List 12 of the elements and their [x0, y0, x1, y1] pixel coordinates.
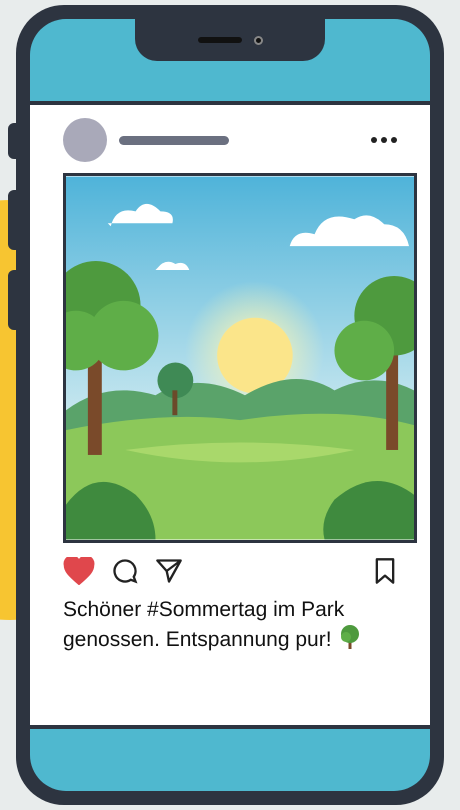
comment-icon[interactable] [111, 557, 139, 585]
side-button[interactable] [8, 190, 18, 250]
camera-icon [254, 36, 262, 44]
send-icon[interactable] [155, 557, 183, 585]
speaker-icon [198, 37, 242, 43]
bookmark-icon[interactable] [373, 557, 397, 585]
more-icon[interactable] [371, 137, 397, 143]
side-button[interactable] [8, 123, 18, 159]
avatar [63, 118, 107, 162]
post-caption: Schöner #Sommertag im Park genossen. Entspannung pur! [63, 598, 344, 651]
heart-icon[interactable] [63, 557, 95, 585]
side-button[interactable] [8, 270, 18, 330]
